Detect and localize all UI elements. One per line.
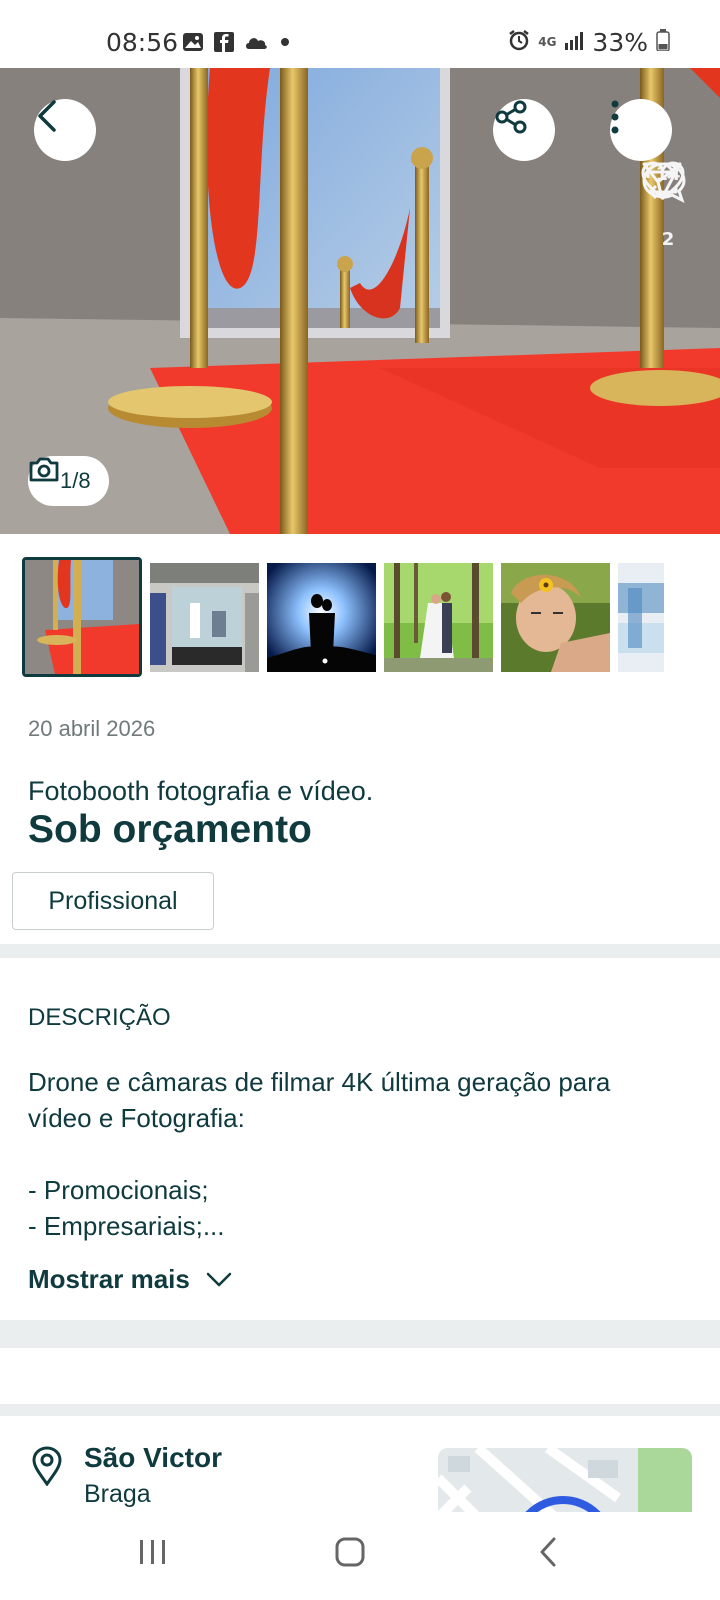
description-heading: DESCRIÇÃO	[28, 1004, 171, 1031]
thumbnail-portrait-image	[501, 562, 610, 672]
network-label: 4G	[538, 35, 557, 49]
location-pin-icon	[30, 1446, 64, 1491]
location-region: Braga	[84, 1480, 151, 1508]
share-button[interactable]	[493, 99, 555, 161]
thumbnail-5[interactable]	[501, 562, 610, 672]
more-options-button[interactable]	[610, 99, 672, 161]
battery-icon	[656, 28, 670, 57]
thumbnail-red-carpet-image	[25, 560, 139, 674]
home-button[interactable]	[334, 1536, 366, 1573]
ad-photo[interactable]: 14 2 1/8	[0, 68, 720, 534]
thumbnail-forest-wedding-image	[384, 562, 493, 672]
reposts-count: 2	[661, 229, 675, 250]
home-icon	[335, 1537, 365, 1567]
thumbnail-4[interactable]	[384, 562, 493, 672]
photo-counter-label: 1/8	[60, 468, 91, 493]
description-line: - Promocionais;	[28, 1175, 209, 1205]
signal-icon	[564, 28, 584, 57]
thumbnail-partial-image	[618, 562, 664, 672]
back-arrow-icon	[540, 1537, 556, 1567]
dot-icon	[278, 35, 292, 54]
thumbnail-3[interactable]	[267, 562, 376, 672]
alarm-icon	[508, 28, 530, 57]
photo-counter: 1/8	[28, 456, 109, 506]
ad-date: 20 abril 2026	[28, 716, 156, 741]
system-back-button[interactable]	[538, 1536, 558, 1573]
location-city: São Victor	[84, 1442, 222, 1473]
description-line: - Empresariais;...	[28, 1211, 225, 1241]
chevron-down-icon	[206, 1264, 232, 1295]
status-time: 08:56	[106, 28, 179, 57]
thumbnail-silhouette-image	[267, 562, 376, 672]
section-divider	[0, 1320, 720, 1348]
cloud-icon	[244, 34, 268, 55]
ad-title: Fotobooth fotografia e vídeo.	[28, 776, 374, 806]
description-line: Drone e câmaras de filmar 4K última gera…	[28, 1067, 611, 1097]
facebook-icon	[214, 32, 234, 57]
battery-percent: 33%	[592, 28, 648, 57]
thumbnail-2[interactable]	[150, 562, 259, 672]
recents-icon	[140, 1540, 165, 1564]
ad-price: Sob orçamento	[28, 808, 312, 851]
description-line: vídeo e Fotografia:	[28, 1103, 245, 1133]
thumbnail-showroom-image	[150, 562, 259, 672]
show-more-button[interactable]: Mostrar mais	[28, 1264, 232, 1295]
description-text: Drone e câmaras de filmar 4K última gera…	[28, 1064, 688, 1244]
show-more-label: Mostrar mais	[28, 1264, 190, 1294]
recent-apps-button[interactable]	[138, 1538, 168, 1571]
thumbnail-6[interactable]	[618, 562, 664, 672]
thumbnail-strip[interactable]	[22, 556, 698, 678]
location-section: São Victor Braga	[0, 1412, 720, 1512]
map-preview[interactable]	[438, 1448, 692, 1512]
section-divider	[0, 944, 720, 958]
status-bar: 08:56 4G 33%	[0, 0, 720, 68]
network-4g-icon: 4G	[538, 35, 557, 49]
system-nav-bar	[0, 1512, 720, 1600]
description-line	[28, 1136, 688, 1172]
map-image	[438, 1448, 692, 1512]
gallery-icon	[182, 32, 204, 57]
back-button[interactable]	[34, 99, 96, 161]
thumbnail-1[interactable]	[22, 557, 142, 677]
seller-type-tag: Profissional	[12, 872, 214, 930]
photo-overlay-actions: 14 2	[640, 160, 696, 278]
